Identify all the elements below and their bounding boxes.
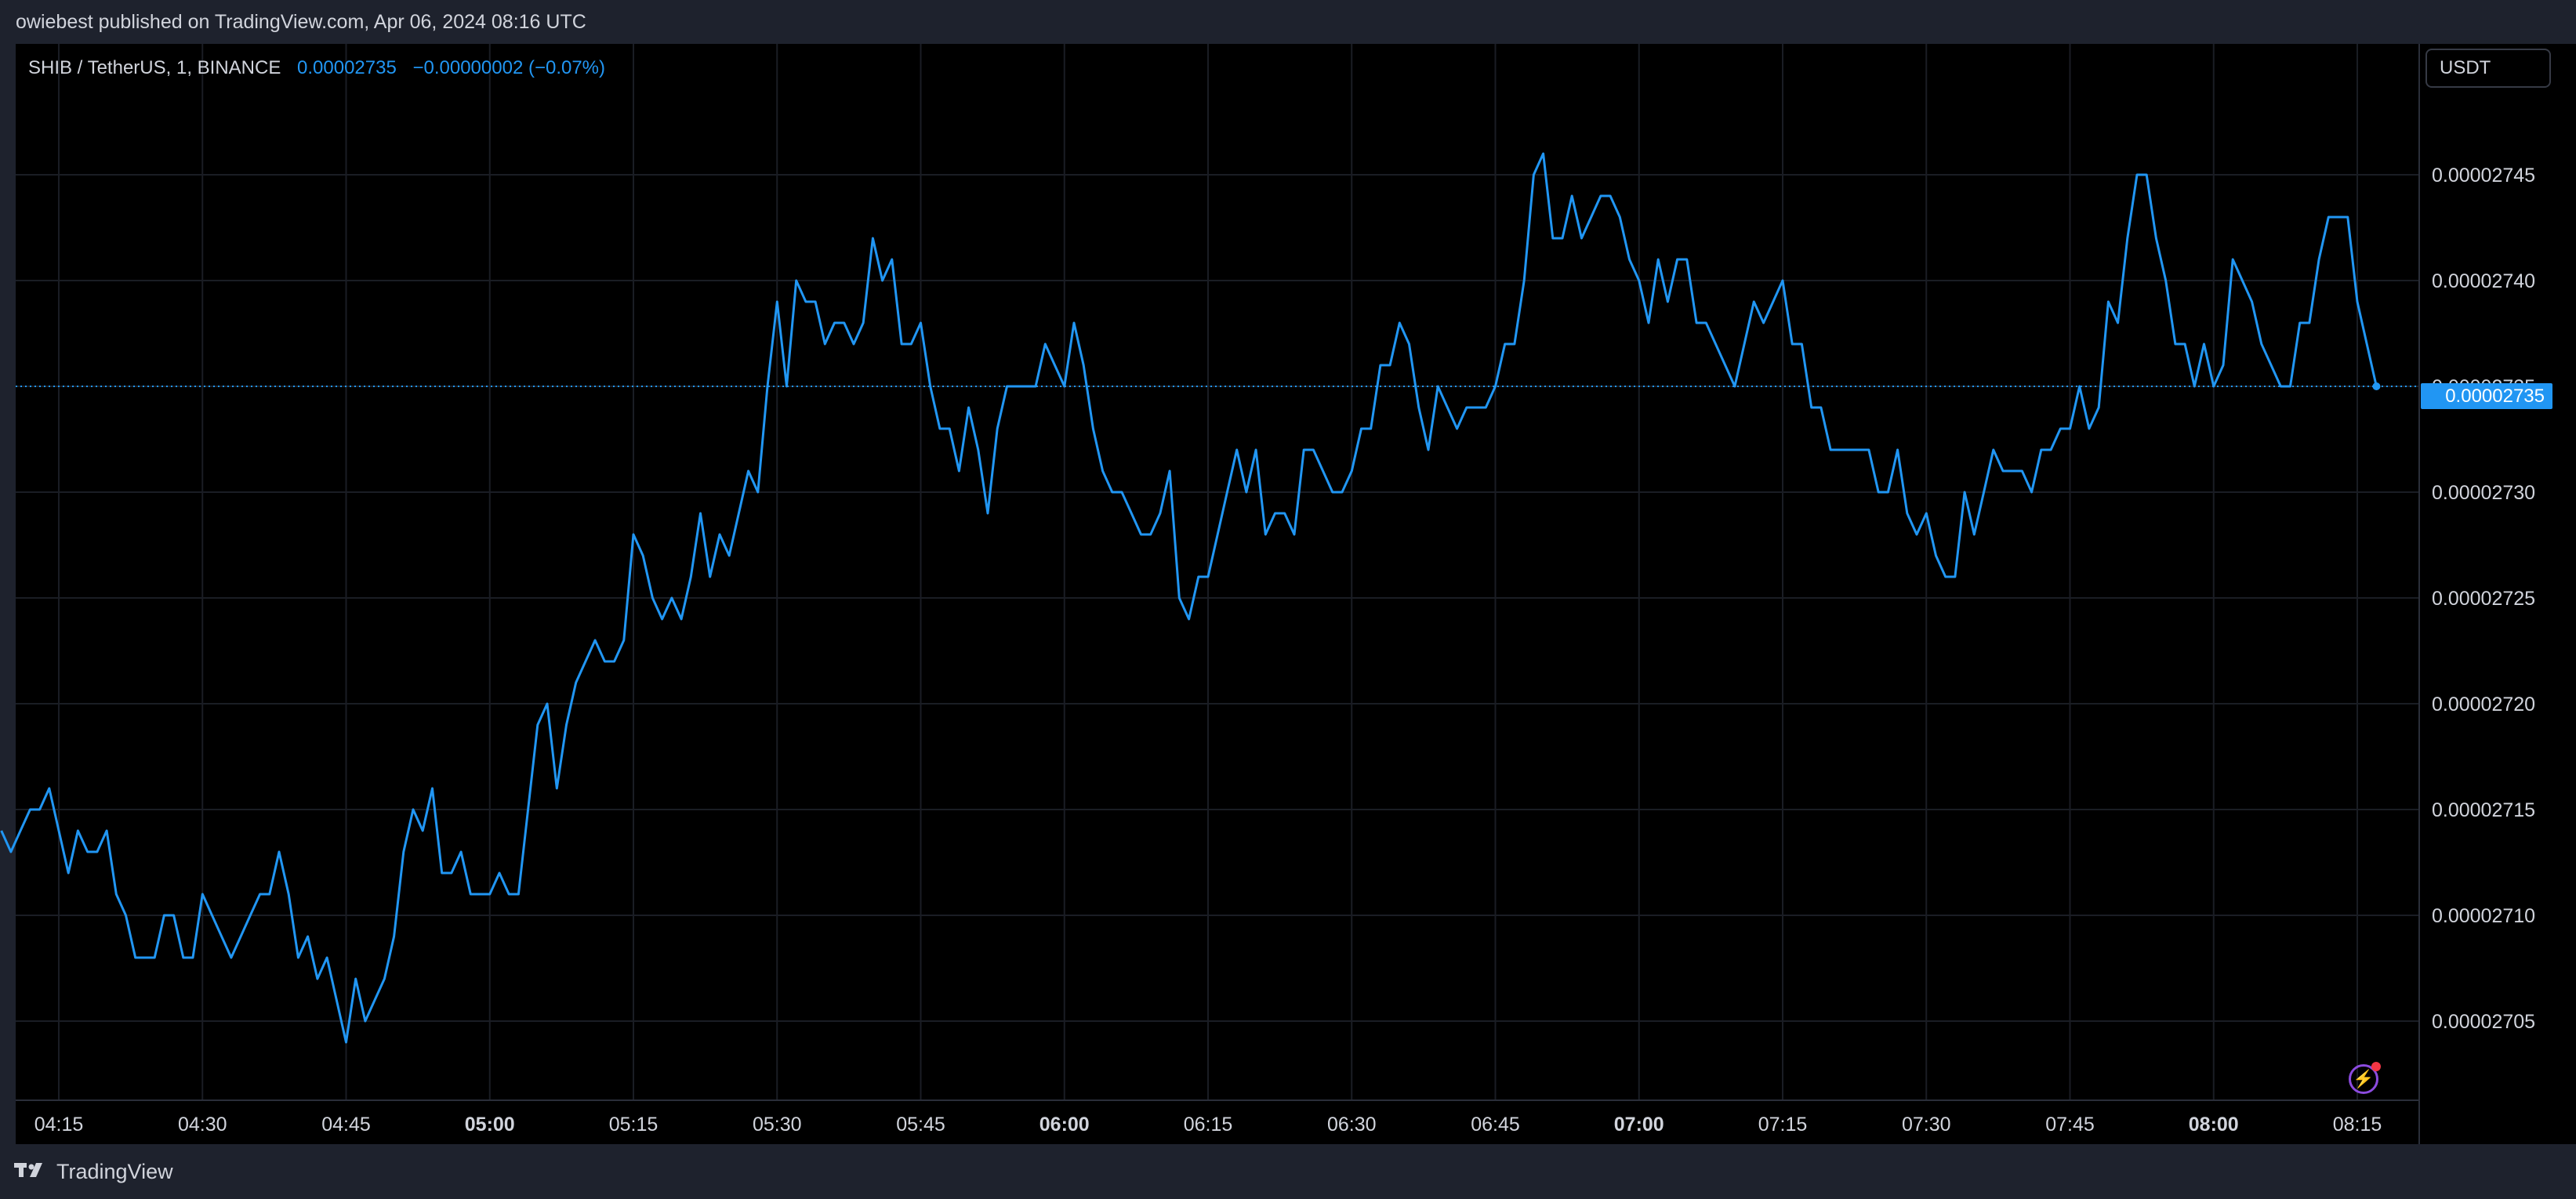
currency-button[interactable]: USDT [2425, 49, 2551, 88]
price-chart[interactable]: 0.00002705 0.00002710 0.00002715 0.00002720… [0, 0, 2576, 1199]
footer-brand[interactable]: TradingView [14, 1158, 173, 1185]
last-value: 0.00002735 [297, 57, 397, 78]
price-change: −0.00000002 (−0.07%) [412, 57, 606, 78]
y-tick-label: 0.00002745 [2432, 165, 2535, 187]
last-price-label: 0.00002735 [2421, 383, 2552, 409]
x-tick-label: 05:45 [896, 1114, 945, 1136]
y-tick-label: 0.00002740 [2432, 270, 2535, 292]
y-tick-label: 0.00002730 [2432, 482, 2535, 504]
footer-brand-text: TradingView [56, 1160, 173, 1183]
tradingview-logo-icon [14, 1158, 49, 1185]
x-tick-label: 05:30 [753, 1114, 802, 1136]
y-tick-label: 0.00002720 [2432, 694, 2535, 715]
lightning-bolt-icon[interactable]: ⚡ [2349, 1062, 2381, 1094]
bolt-glyph: ⚡ [2353, 1069, 2375, 1089]
y-axis-ticks: 0.00002705 0.00002710 0.00002715 0.00002720… [2432, 165, 2535, 1033]
x-tick-label: 07:30 [1902, 1114, 1951, 1136]
y-tick-label: 0.00002725 [2432, 588, 2535, 610]
x-axis-ticks: 04:15 04:30 04:45 05:00 05:15 05:30 05:45 06:00… [34, 1114, 2382, 1136]
y-tick-label: 0.00002705 [2432, 1011, 2535, 1033]
axis-lines [16, 44, 2420, 1144]
x-tick-label: 05:15 [609, 1114, 659, 1136]
x-tick-label: 04:15 [34, 1114, 84, 1136]
x-tick-label: 07:00 [1614, 1114, 1664, 1136]
x-tick-label: 04:30 [178, 1114, 227, 1136]
symbol-name[interactable]: SHIB / TetherUS, 1, BINANCE [28, 57, 281, 78]
grid-lines [16, 44, 2419, 1100]
x-tick-label: 06:30 [1327, 1114, 1377, 1136]
x-tick-label: 06:15 [1184, 1114, 1233, 1136]
x-tick-label: 07:15 [1758, 1114, 1808, 1136]
notification-dot [2371, 1062, 2381, 1071]
symbol-legend: SHIB / TetherUS, 1, BINANCE 0.00002735 −… [28, 55, 605, 82]
x-tick-label: 06:45 [1471, 1114, 1520, 1136]
x-tick-label: 07:45 [2045, 1114, 2095, 1136]
x-tick-label: 06:00 [1039, 1114, 1090, 1136]
last-point-marker [2372, 382, 2381, 390]
y-tick-label: 0.00002710 [2432, 905, 2535, 927]
x-tick-label: 08:00 [2189, 1114, 2239, 1136]
x-tick-label: 04:45 [321, 1114, 371, 1136]
x-tick-label: 08:15 [2333, 1114, 2382, 1136]
x-tick-label: 05:00 [465, 1114, 515, 1136]
y-tick-label: 0.00002715 [2432, 799, 2535, 821]
